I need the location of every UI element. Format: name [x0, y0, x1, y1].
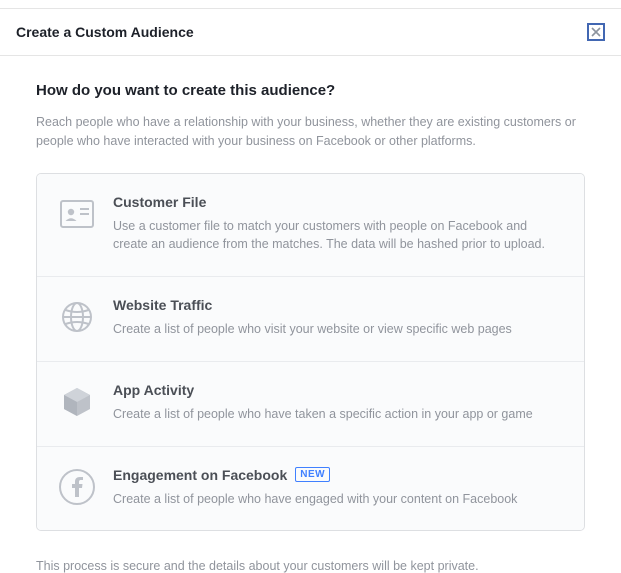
- option-desc: Create a list of people who have taken a…: [113, 405, 562, 424]
- id-card-icon: [59, 196, 95, 232]
- option-app-activity[interactable]: App Activity Create a list of people who…: [37, 362, 584, 447]
- modal-body: How do you want to create this audience?…: [0, 56, 621, 541]
- option-desc: Create a list of people who have engaged…: [113, 490, 562, 509]
- option-text: Website Traffic Create a list of people …: [113, 297, 562, 339]
- option-engagement-facebook[interactable]: Engagement on Facebook NEW Create a list…: [37, 447, 584, 531]
- question-subtext: Reach people who have a relationship wit…: [36, 113, 585, 151]
- option-title: Customer File: [113, 194, 206, 210]
- modal-header: Create a Custom Audience: [0, 8, 621, 56]
- option-desc: Use a customer file to match your custom…: [113, 217, 562, 255]
- footer-note: This process is secure and the details a…: [0, 541, 621, 573]
- option-desc: Create a list of people who visit your w…: [113, 320, 562, 339]
- option-text: App Activity Create a list of people who…: [113, 382, 562, 424]
- modal-title: Create a Custom Audience: [16, 24, 194, 40]
- option-customer-file[interactable]: Customer File Use a customer file to mat…: [37, 174, 584, 278]
- globe-icon: [59, 299, 95, 335]
- close-button[interactable]: [587, 23, 605, 41]
- new-badge: NEW: [295, 467, 330, 482]
- cube-icon: [59, 384, 95, 420]
- question-heading: How do you want to create this audience?: [36, 82, 585, 99]
- option-title: App Activity: [113, 382, 194, 398]
- option-title: Website Traffic: [113, 297, 212, 313]
- option-title: Engagement on Facebook: [113, 467, 287, 483]
- options-list: Customer File Use a customer file to mat…: [36, 173, 585, 532]
- create-custom-audience-modal: Create a Custom Audience How do you want…: [0, 8, 621, 573]
- facebook-icon: [59, 469, 95, 505]
- option-website-traffic[interactable]: Website Traffic Create a list of people …: [37, 277, 584, 362]
- option-text: Engagement on Facebook NEW Create a list…: [113, 467, 562, 509]
- close-icon: [591, 27, 601, 37]
- option-text: Customer File Use a customer file to mat…: [113, 194, 562, 255]
